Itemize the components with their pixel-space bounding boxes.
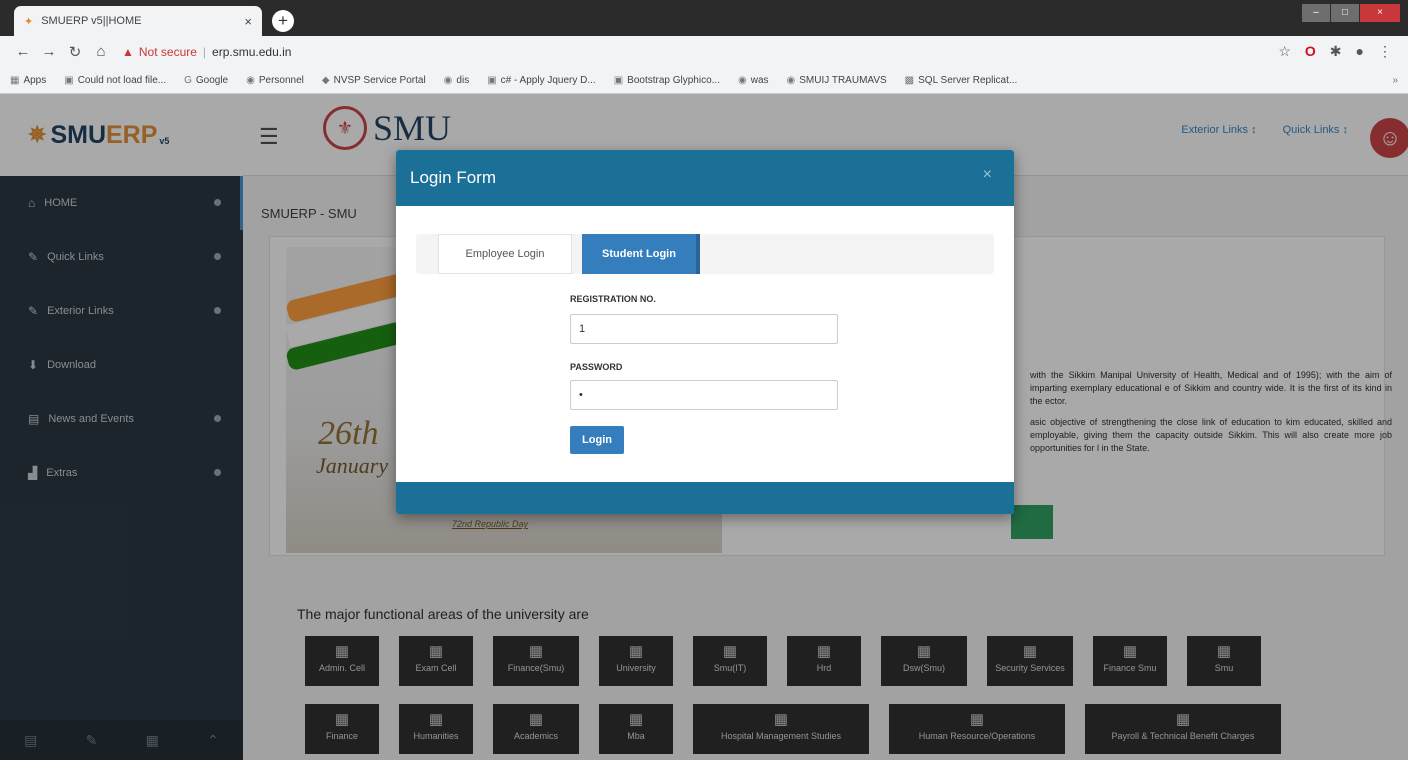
bookmark-item[interactable]: ◉ dis (444, 75, 470, 86)
page-icon: ▣ (613, 74, 624, 86)
bookmark-item[interactable]: ◉ was (738, 75, 769, 86)
extensions-icon[interactable]: ✱ (1330, 43, 1342, 60)
bookmarks-bar: ▦ Apps ▣ Could not load file... G Google ◉ Pers… (0, 67, 1408, 94)
opera-icon[interactable]: O (1305, 43, 1316, 60)
minimize-icon[interactable]: – (1302, 4, 1330, 22)
new-tab-icon[interactable]: + (272, 10, 294, 32)
bookmark-item[interactable]: ▣ Could not load file... (64, 75, 166, 86)
globe-icon: ◉ (737, 74, 747, 86)
bookmark-item[interactable]: ◉ SMUIJ TRAUMAVS (787, 75, 887, 86)
reload-icon[interactable]: ↻ (62, 43, 88, 61)
back-icon[interactable]: ← (10, 43, 36, 60)
page-icon: ▣ (487, 74, 497, 86)
browser-tabstrip: ✦ SMUERP v5||HOME × + – □ × (0, 0, 1408, 36)
tab-employee-login[interactable]: Employee Login (438, 234, 572, 274)
globe-icon: ◉ (246, 74, 255, 86)
password-input[interactable]: • (570, 380, 838, 410)
address-bar: ← → ↻ ⌂ ▲ Not secure | erp.smu.edu.in ☆ … (0, 36, 1408, 67)
url-text: erp.smu.edu.in (212, 44, 292, 59)
tab-title: SMUERP v5||HOME (41, 15, 142, 27)
bookmark-item[interactable]: ▣ c# - Apply Jquery D... (487, 75, 596, 86)
bookmark-item[interactable]: G Google (184, 75, 228, 86)
database-icon: ▩ (904, 74, 915, 86)
window-controls: – □ × (1301, 4, 1400, 22)
star-icon[interactable]: ☆ (1278, 43, 1291, 60)
url-field[interactable]: ▲ Not secure | erp.smu.edu.in (122, 40, 1278, 64)
bookmark-item[interactable]: ▩ SQL Server Replicat... (905, 75, 1018, 86)
bookmark-item[interactable]: ◉ Personnel (246, 75, 304, 86)
close-tab-icon[interactable]: × (244, 14, 252, 29)
maximize-icon[interactable]: □ (1331, 4, 1359, 22)
apps-icon: ▦ (10, 74, 20, 86)
warning-icon: ▲ (122, 44, 134, 59)
tab-student-login[interactable]: Student Login (582, 234, 700, 274)
registration-label: REGISTRATION NO. (570, 294, 656, 304)
close-window-icon[interactable]: × (1360, 4, 1400, 22)
globe-icon: ◉ (443, 74, 453, 86)
diamond-icon: ◆ (321, 74, 330, 86)
login-modal: Login Form × Employee Login Student Logi… (396, 150, 1014, 514)
menu-icon[interactable]: ⋮ (1378, 43, 1392, 60)
password-label: PASSWORD (570, 362, 623, 372)
modal-header: Login Form × (396, 150, 1014, 206)
close-icon[interactable]: × (983, 166, 992, 184)
browser-tab[interactable]: ✦ SMUERP v5||HOME × (14, 6, 262, 36)
browser-tools: ☆ O ✱ ● ⋮ (1278, 43, 1398, 60)
login-tabs: Employee Login Student Login (416, 234, 994, 274)
modal-footer (396, 482, 1014, 514)
bookmark-item[interactable]: ◆ NVSP Service Portal (322, 75, 426, 86)
bookmark-item[interactable]: ▦ Apps (10, 75, 46, 86)
favicon-icon: ✦ (24, 15, 34, 28)
not-secure-label: Not secure (138, 44, 197, 59)
registration-input[interactable]: 1 (570, 314, 838, 344)
globe-icon: ◉ (786, 74, 796, 86)
google-icon: G (184, 74, 192, 86)
page-icon: ▣ (64, 74, 74, 86)
profile-icon[interactable]: ● (1356, 43, 1364, 60)
home-icon[interactable]: ⌂ (88, 43, 114, 60)
more-bookmarks-icon[interactable]: » (1392, 75, 1398, 86)
bookmark-item[interactable]: ▣ Bootstrap Glyphico... (614, 75, 720, 86)
modal-title: Login Form (410, 168, 496, 187)
login-button[interactable]: Login (570, 426, 624, 454)
forward-icon[interactable]: → (36, 43, 62, 60)
